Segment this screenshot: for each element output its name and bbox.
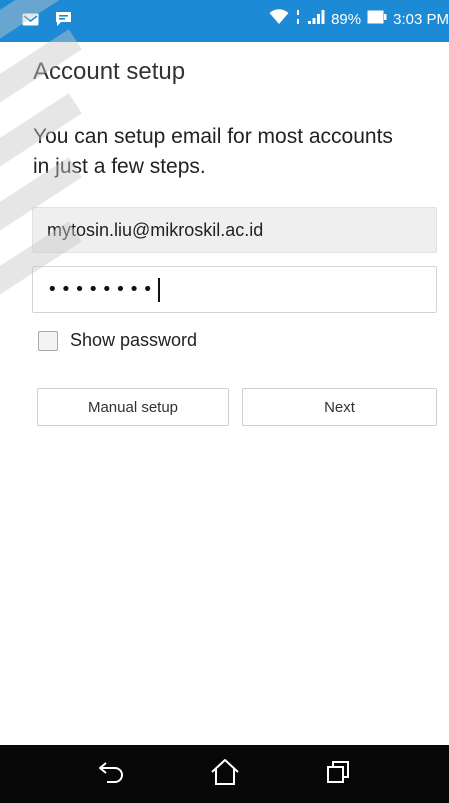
clock: 3:03 PM [393, 10, 449, 28]
email-field[interactable] [32, 207, 437, 253]
recent-apps-icon [325, 760, 351, 789]
status-indicators: 89% 3:03 PM [269, 9, 449, 29]
battery-icon [367, 10, 387, 28]
notification-icons [22, 11, 72, 32]
next-button[interactable]: Next [242, 388, 437, 426]
back-icon [97, 760, 127, 789]
wifi-icon [269, 9, 289, 29]
show-password-label: Show password [70, 330, 198, 350]
account-setup-content: Account setup You can setup email for mo… [0, 42, 449, 745]
email-icon [22, 13, 39, 31]
recent-apps-button[interactable] [318, 754, 358, 794]
show-password-checkbox[interactable] [38, 330, 58, 351]
password-dots: •••••••• [47, 279, 156, 300]
password-field[interactable]: •••••••• [32, 266, 437, 313]
intro-text: You can setup email for most accounts in… [33, 125, 393, 178]
back-button[interactable] [92, 754, 132, 794]
screen: 89% 3:03 PM Account setup You can setup … [0, 0, 449, 803]
navigation-bar [0, 745, 449, 803]
home-button[interactable] [205, 754, 245, 794]
text-cursor [157, 277, 160, 302]
home-icon [210, 758, 240, 791]
signal-icon [307, 9, 325, 29]
data-transfer-icon [295, 9, 301, 29]
show-password-toggle[interactable]: Show password [38, 330, 197, 351]
manual-setup-button[interactable]: Manual setup [37, 388, 229, 426]
status-bar: 89% 3:03 PM [0, 0, 449, 42]
battery-percent: 89% [331, 10, 362, 28]
page-title: Account setup [33, 58, 186, 85]
chat-icon [55, 11, 72, 32]
